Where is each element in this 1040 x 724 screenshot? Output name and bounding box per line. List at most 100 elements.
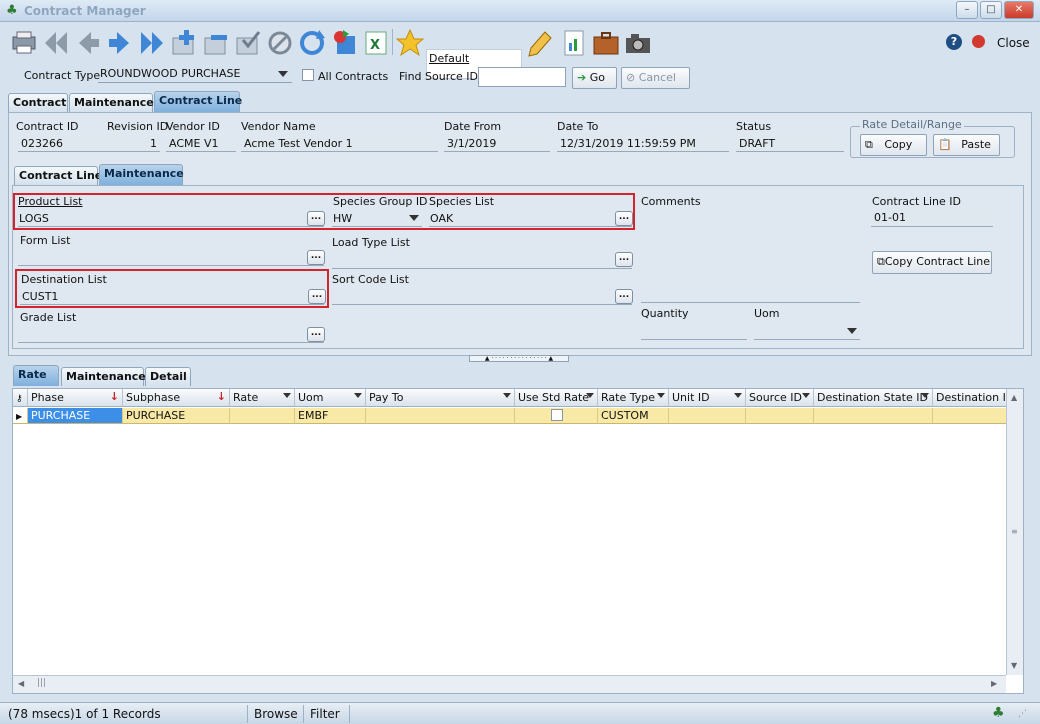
favorite-star-icon[interactable] [394,27,425,57]
scroll-grip-icon[interactable]: ≡ [1011,527,1018,536]
load-type-ellipsis-button[interactable]: ... [615,252,633,267]
row-indicator[interactable]: ▶ [13,408,28,424]
next-record-icon[interactable] [104,27,134,57]
species-list-field[interactable]: OAK [429,210,632,227]
product-list-ellipsis-button[interactable]: ... [307,211,325,226]
briefcase-icon[interactable] [590,27,620,57]
subtab-contract-line[interactable]: Contract Line [14,166,102,185]
resize-grip-icon[interactable]: ⋰ [1018,709,1027,719]
column-header-destination-id[interactable]: Destination ID [933,389,1007,407]
table-cell[interactable]: CUSTOM [598,408,669,424]
layout-name[interactable]: Default [429,52,469,65]
paste-button[interactable]: 📋 Paste [933,134,1000,156]
sort-code-ellipsis-button[interactable]: ... [615,289,633,304]
sort-code-field[interactable] [332,288,632,305]
column-header-rate-type[interactable]: Rate Type [598,389,669,407]
tab-maintenance[interactable]: Maintenance [69,93,154,112]
column-header-uom[interactable]: Uom [295,389,366,407]
gridtab-maintenance[interactable]: Maintenance [61,367,146,386]
product-list-field[interactable]: LOGS [18,210,324,227]
cancel-button[interactable]: ⊘ Cancel [621,67,690,89]
print-icon[interactable] [8,27,38,57]
export-icon[interactable] [328,27,358,57]
gridtab-detail[interactable]: Detail [145,367,191,386]
scroll-up-icon[interactable]: ▲ [1011,393,1017,402]
all-contracts-checkbox[interactable] [302,69,314,81]
scroll-left-icon[interactable]: ◀ [18,679,24,688]
species-list-ellipsis-button[interactable]: ... [615,211,633,226]
table-cell[interactable]: EMBF [295,408,366,424]
column-header-rate[interactable]: Rate [230,389,295,407]
copy-button[interactable]: ⧉ Copy [860,134,927,156]
last-record-icon[interactable] [136,27,166,57]
refresh-icon[interactable] [296,27,326,57]
destination-list-ellipsis-button[interactable]: ... [308,289,326,304]
horizontal-scrollbar[interactable]: ◀ ||| ▶ [13,675,1006,693]
filter-dropdown-icon[interactable] [802,393,810,398]
filter-dropdown-icon[interactable] [657,393,665,398]
filter-dropdown-icon[interactable] [283,393,291,398]
column-header-phase[interactable]: Phase ↓ [28,389,123,407]
column-header-pay-to[interactable]: Pay To [366,389,515,407]
excel-icon[interactable]: X [360,27,390,57]
add-record-icon[interactable] [168,27,198,57]
filter-dropdown-icon[interactable] [734,393,742,398]
form-list-ellipsis-button[interactable]: ... [307,250,325,265]
filter-dropdown-icon[interactable] [921,393,929,398]
close-icon[interactable] [972,35,985,48]
camera-icon[interactable] [622,27,652,57]
grade-list-ellipsis-button[interactable]: ... [307,327,325,342]
destination-list-field[interactable]: CUST1 [20,288,324,305]
scroll-grip-icon[interactable]: ||| [37,678,46,688]
table-cell[interactable]: PURCHASE [123,408,230,424]
table-cell[interactable] [814,408,933,424]
scroll-down-icon[interactable]: ▼ [1011,661,1017,670]
table-cell[interactable] [746,408,814,424]
table-cell[interactable] [933,408,1007,424]
help-icon[interactable]: ? [946,34,962,50]
report-icon[interactable] [558,27,588,57]
previous-record-icon[interactable] [72,27,102,57]
find-source-input[interactable] [478,67,566,87]
gridtab-rate[interactable]: Rate [13,365,59,386]
table-cell[interactable]: PURCHASE [28,408,123,424]
scroll-right-icon[interactable]: ▶ [991,679,997,688]
column-header-use-std-rate[interactable]: Use Std Rate [515,389,598,407]
filter-dropdown-icon[interactable] [586,393,594,398]
go-button[interactable]: ➔ Go [572,67,617,89]
column-header-source-id[interactable]: Source ID [746,389,814,407]
cancel-edit-icon[interactable] [264,27,294,57]
close-button[interactable]: Close [997,36,1030,50]
tab-contract[interactable]: Contract [8,93,68,112]
grade-list-field[interactable] [18,326,324,343]
minimize-button[interactable]: – [956,1,978,19]
post-record-icon[interactable] [232,27,262,57]
subtab-maintenance[interactable]: Maintenance [99,164,184,185]
contract-type-select[interactable]: ROUNDWOOD PURCHASE [98,66,292,83]
filter-dropdown-icon[interactable] [354,393,362,398]
window-close-button[interactable]: ✕ [1004,1,1034,19]
load-type-field[interactable] [332,252,632,269]
column-header-destination-state-id[interactable]: Destination State ID [814,389,933,407]
tab-contract-line[interactable]: Contract Line [154,91,242,112]
species-group-select[interactable]: HW [332,210,422,227]
column-header-subphase[interactable]: Subphase ↓ [123,389,230,407]
filter-dropdown-icon[interactable] [503,393,511,398]
use-std-rate-checkbox[interactable] [551,409,563,421]
table-cell[interactable] [515,408,598,424]
quantity-field[interactable] [641,323,747,340]
column-header-unit-id[interactable]: Unit ID [669,389,746,407]
comments-field[interactable] [641,210,860,303]
uom-select[interactable] [754,323,860,340]
delete-record-icon[interactable] [200,27,230,57]
edit-pencil-icon[interactable] [524,27,554,57]
table-cell[interactable] [230,408,295,424]
copy-contract-line-button[interactable]: ⧉Copy Contract Line [872,251,992,274]
splitter-handle[interactable]: ▲ · · · · · · · · · · · · · · · ▲ [469,355,569,362]
maximize-button[interactable]: □ [980,1,1002,19]
table-cell[interactable] [669,408,746,424]
first-record-icon[interactable] [40,27,70,57]
form-list-field[interactable] [18,249,324,266]
vertical-scrollbar[interactable]: ▲ ≡ ▼ [1006,389,1023,675]
table-cell[interactable] [366,408,515,424]
